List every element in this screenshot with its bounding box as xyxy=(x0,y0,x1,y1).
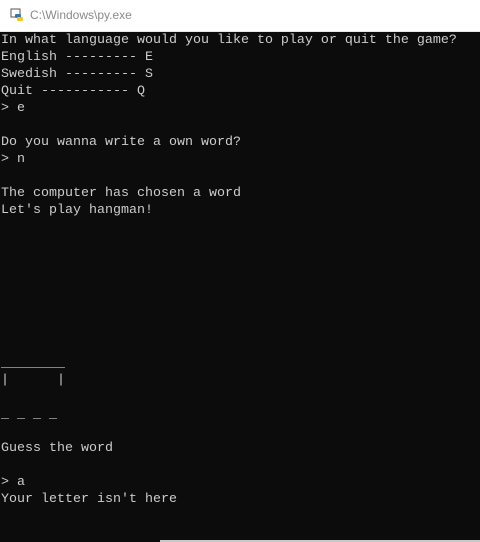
console-line: Your letter isn't here xyxy=(1,492,177,507)
console-line: The computer has chosen a word xyxy=(1,186,241,201)
console-line: > a xyxy=(1,475,25,490)
console-line: In what language would you like to play … xyxy=(1,33,457,48)
python-launcher-icon xyxy=(10,8,23,21)
console-line: Do you wanna write a own word? xyxy=(1,135,241,150)
console-line: > n xyxy=(1,152,25,167)
console-line: Let's play hangman! xyxy=(1,203,153,218)
console-line: Quit ----------- Q xyxy=(1,84,145,99)
title-bar: C:\Windows\py.exe xyxy=(0,0,480,32)
console-line: Swedish --------- S xyxy=(1,67,153,82)
console-line: > e xyxy=(1,101,25,116)
window-title: C:\Windows\py.exe xyxy=(30,8,132,22)
console-line: Guess the word xyxy=(1,441,113,456)
console-output[interactable]: In what language would you like to play … xyxy=(1,32,480,540)
console-line: | | xyxy=(1,373,65,388)
console-line: ________ xyxy=(1,356,65,371)
console-line: _ _ _ _ xyxy=(1,407,57,422)
console-line: English --------- E xyxy=(1,50,153,65)
